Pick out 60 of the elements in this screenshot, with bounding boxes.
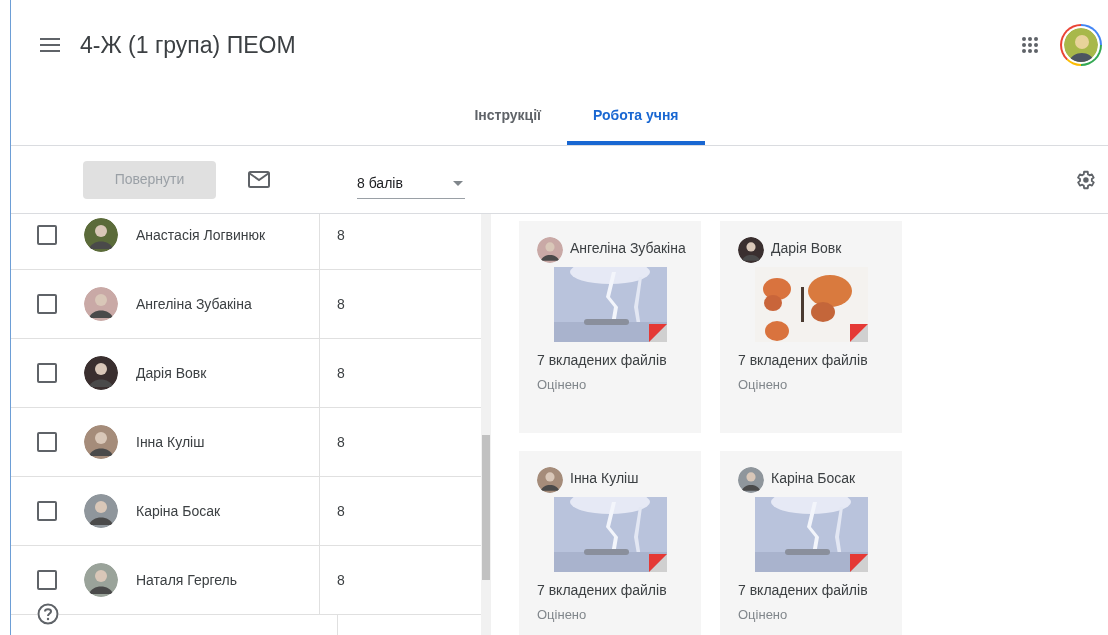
file-corner-icon — [849, 554, 868, 572]
apps-icon[interactable] — [1021, 36, 1039, 54]
grade-status: Оцінено — [737, 606, 789, 624]
class-title: 4-Ж (1 група) ПЕОМ — [80, 30, 296, 60]
submission-card[interactable]: Дарія Вовк 7 вкладених файлів Оцінено — [720, 221, 902, 433]
grade: 8 — [337, 501, 345, 521]
avatar — [537, 467, 563, 493]
submission-card[interactable]: Ангеліна Зубакіна 7 вкладених файлів Оцінено — [519, 221, 701, 433]
checkbox[interactable] — [37, 363, 57, 383]
grade: 8 — [337, 570, 345, 590]
grade: 8 — [337, 363, 345, 383]
grade: 8 — [337, 225, 345, 245]
avatar — [84, 425, 118, 459]
file-corner-icon — [648, 324, 667, 342]
grade: 8 — [337, 294, 345, 314]
avatar — [84, 494, 118, 528]
scrollbar[interactable] — [481, 214, 491, 635]
avatar — [84, 356, 118, 390]
dropdown-caret-icon — [453, 180, 463, 186]
avatar — [84, 218, 118, 252]
student-name: Дарія Вовк — [136, 363, 208, 383]
student-name: Анастасія Логвинюк — [136, 225, 267, 245]
student-name: Ангеліна Зубакіна — [136, 294, 253, 314]
checkbox[interactable] — [37, 225, 57, 245]
avatar — [84, 563, 118, 597]
student-name: Ангеліна Зубакіна — [570, 239, 687, 258]
mail-icon[interactable] — [248, 171, 270, 188]
avatar — [84, 287, 118, 321]
checkbox[interactable] — [37, 432, 57, 452]
submission-card[interactable]: Інна Куліш 7 вкладених файлів Оцінено — [519, 451, 701, 635]
student-name: Каріна Босак — [136, 501, 222, 521]
avatar — [537, 237, 563, 263]
checkbox[interactable] — [37, 501, 57, 521]
grade-status: Оцінено — [536, 606, 588, 624]
grade-status: Оцінено — [536, 376, 588, 394]
avatar — [738, 467, 764, 493]
file-corner-icon — [648, 554, 667, 572]
student-name: Дарія Вовк — [771, 239, 843, 258]
submission-card[interactable]: Каріна Босак 7 вкладених файлів Оцінено — [720, 451, 902, 635]
attachments-count: 7 вкладених файлів — [536, 351, 668, 370]
help-icon[interactable] — [37, 603, 59, 625]
grade: 8 — [337, 432, 345, 452]
student-name: Каріна Босак — [771, 469, 857, 488]
points-select[interactable]: 8 балів — [357, 168, 465, 199]
checkbox[interactable] — [37, 570, 57, 590]
file-corner-icon — [849, 324, 868, 342]
attachments-count: 7 вкладених файлів — [737, 351, 869, 370]
account-avatar[interactable] — [1060, 24, 1102, 66]
attachments-count: 7 вкладених файлів — [536, 581, 668, 600]
avatar — [738, 237, 764, 263]
menu-icon[interactable] — [40, 38, 60, 52]
student-name: Інна Куліш — [136, 432, 206, 452]
tab[interactable]: Інструкції — [448, 89, 568, 145]
attachments-count: 7 вкладених файлів — [737, 581, 869, 600]
student-name: Наталя Гергель — [136, 570, 239, 590]
grade-status: Оцінено — [737, 376, 789, 394]
settings-icon[interactable] — [1074, 168, 1096, 191]
student-name: Інна Куліш — [570, 469, 640, 488]
checkbox[interactable] — [37, 294, 57, 314]
tab[interactable]: Робота учня — [567, 89, 705, 145]
